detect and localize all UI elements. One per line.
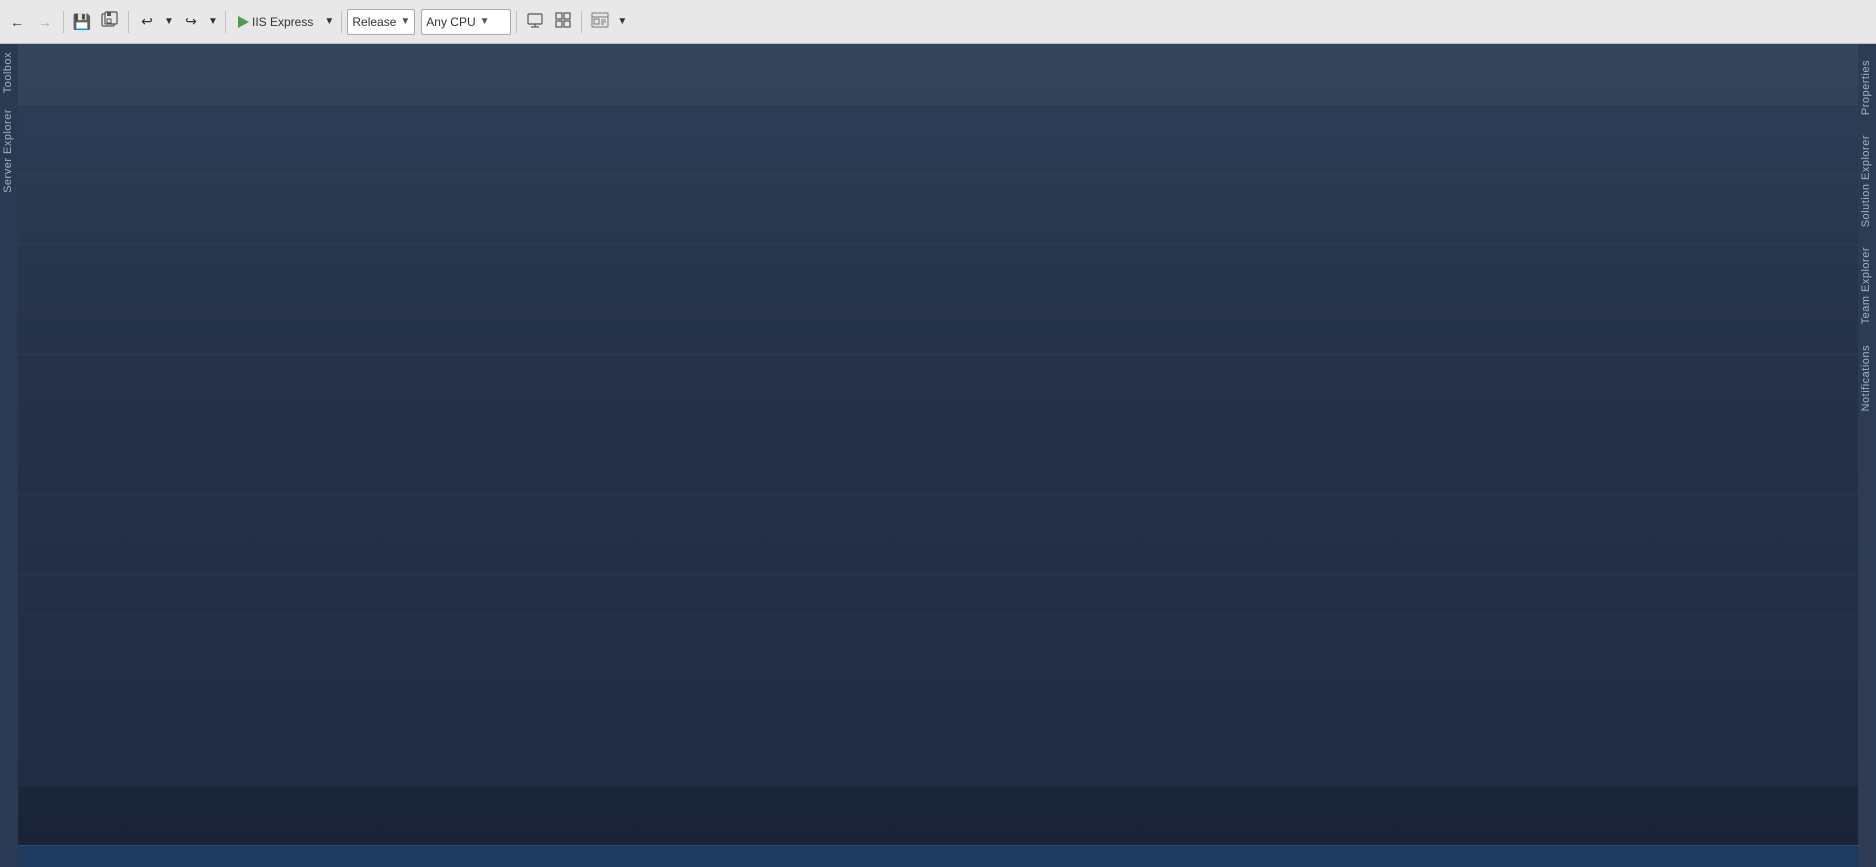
device-manager-button[interactable]: [522, 9, 548, 35]
redo-dropdown[interactable]: ▼: [206, 9, 220, 35]
band-4: [18, 354, 1858, 355]
platform-arrow: ▼: [480, 16, 490, 27]
back-button[interactable]: ←: [4, 9, 30, 35]
sidebar-item-notifications[interactable]: Notifications: [1858, 337, 1876, 419]
band-5: [18, 494, 1858, 495]
band-2: [18, 174, 1858, 175]
debug-dropdown-arrow: ▼: [617, 16, 627, 27]
sidebar-item-solution-explorer[interactable]: Solution Explorer: [1858, 127, 1876, 235]
run-dropdown[interactable]: ▼: [322, 9, 336, 35]
run-button[interactable]: IIS Express: [231, 9, 320, 35]
main-area: [18, 44, 1858, 867]
sidebar-item-team-explorer[interactable]: Team Explorer: [1858, 239, 1876, 332]
band-6: [18, 574, 1858, 575]
grid-icon: [554, 11, 572, 32]
sidebar-item-toolbox[interactable]: Toolbox: [0, 44, 18, 101]
grid-button[interactable]: [550, 9, 576, 35]
band-7: [18, 614, 1858, 615]
redo-button[interactable]: ↪: [178, 9, 204, 35]
left-sidebar: Toolbox Server Explorer: [0, 44, 18, 867]
debug-dropdown[interactable]: ▼: [615, 9, 629, 35]
save-button[interactable]: 💾: [69, 9, 95, 35]
run-dropdown-arrow: ▼: [324, 16, 334, 27]
band-3: [18, 244, 1858, 245]
save-all-icon: [101, 11, 119, 32]
sidebar-item-server-explorer[interactable]: Server Explorer: [0, 101, 18, 201]
platform-dropdown[interactable]: Any CPU ▼: [421, 9, 511, 35]
debug-button[interactable]: [587, 9, 613, 35]
separator-1: [63, 11, 64, 33]
separator-6: [581, 11, 582, 33]
platform-label: Any CPU: [426, 15, 475, 29]
configuration-label: Release: [352, 15, 396, 29]
redo-dropdown-arrow: ▼: [208, 16, 218, 27]
band-1: [18, 104, 1858, 105]
configuration-dropdown[interactable]: Release ▼: [347, 9, 415, 35]
redo-icon: ↪: [185, 13, 197, 30]
undo-button[interactable]: ↩: [134, 9, 160, 35]
separator-5: [516, 11, 517, 33]
play-icon: [238, 16, 249, 28]
separator-3: [225, 11, 226, 33]
right-sidebar: Properties Solution Explorer Team Explor…: [1858, 44, 1876, 867]
back-icon: ←: [10, 14, 24, 30]
toolbar: ← → 💾 ↩ ▼ ↪ ▼ IIS Express: [0, 0, 1876, 44]
save-icon: 💾: [73, 13, 92, 31]
undo-dropdown-arrow: ▼: [164, 16, 174, 27]
device-manager-icon: [526, 11, 544, 32]
run-label: IIS Express: [252, 15, 313, 29]
forward-icon: →: [38, 14, 52, 30]
sidebar-item-properties[interactable]: Properties: [1858, 52, 1876, 123]
separator-2: [128, 11, 129, 33]
status-bar: [18, 845, 1858, 867]
debug-icon: [591, 11, 609, 32]
separator-4: [341, 11, 342, 33]
save-all-button[interactable]: [97, 9, 123, 35]
configuration-arrow: ▼: [400, 16, 410, 27]
undo-icon: ↩: [141, 13, 153, 30]
undo-dropdown[interactable]: ▼: [162, 9, 176, 35]
forward-button[interactable]: →: [32, 9, 58, 35]
